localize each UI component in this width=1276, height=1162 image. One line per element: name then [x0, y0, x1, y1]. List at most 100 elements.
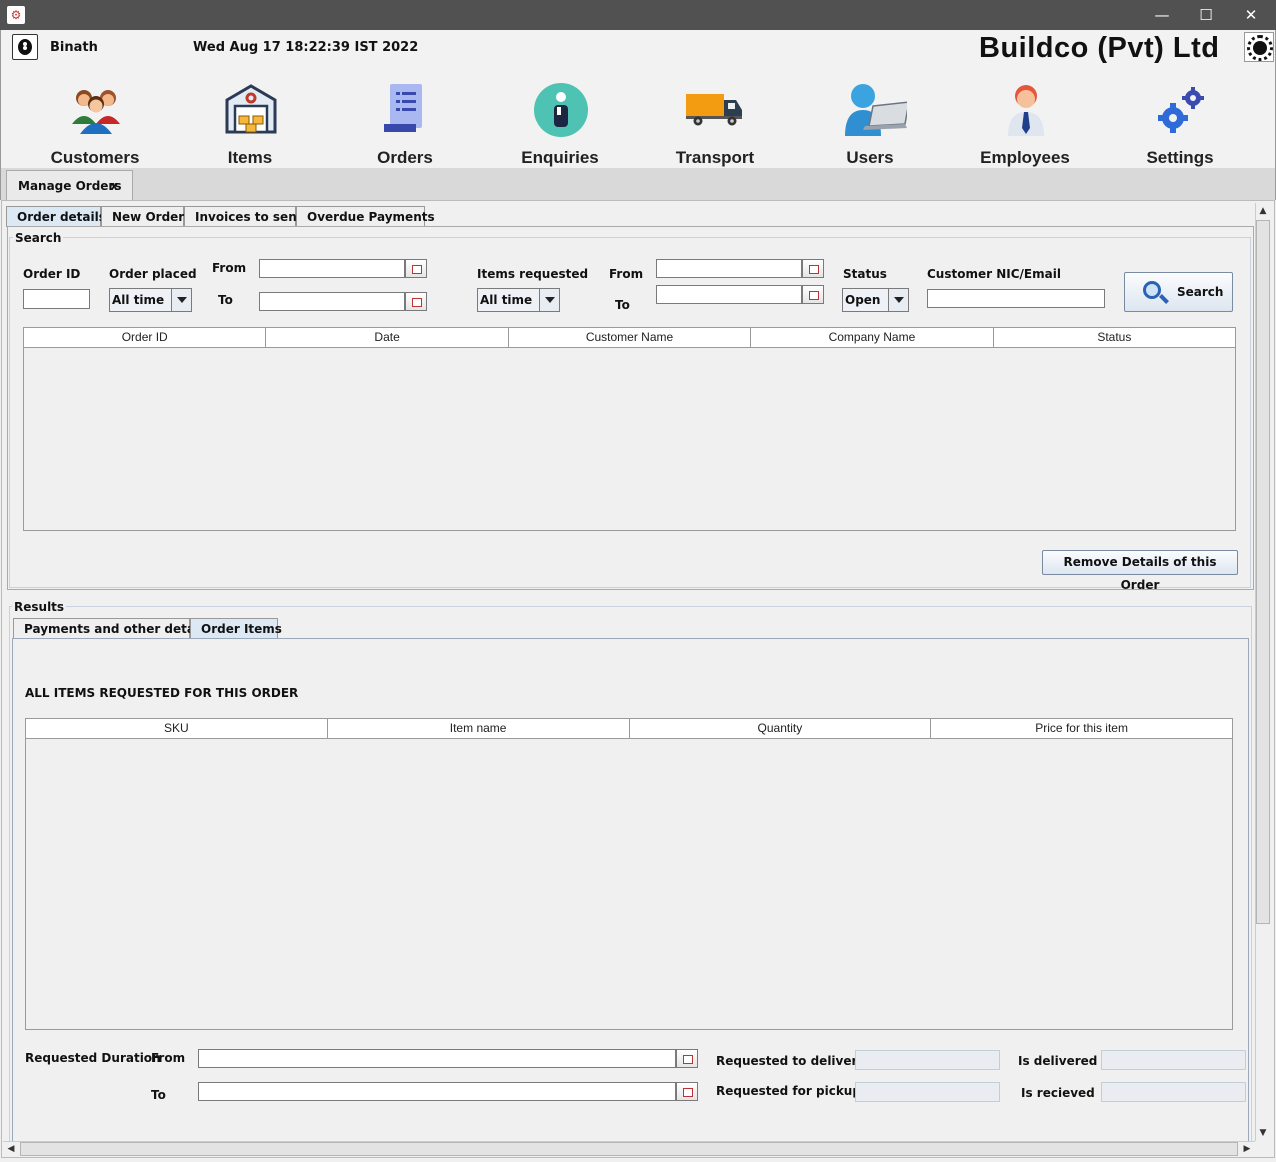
duration-to-input[interactable] — [198, 1082, 676, 1101]
calendar-icon[interactable] — [405, 259, 427, 278]
tab-overdue-payments[interactable]: Overdue Payments — [296, 206, 435, 227]
main-tabstrip — [1, 168, 1275, 200]
close-tab-icon[interactable]: x — [110, 171, 118, 201]
tab-payments-details[interactable]: Payments and other details — [13, 618, 210, 639]
tab-manage-orders-label: Manage Orders — [18, 179, 122, 193]
maximize-button[interactable]: ☐ — [1183, 0, 1229, 30]
duration-from-input[interactable] — [198, 1049, 676, 1068]
scroll-down-icon[interactable]: ▼ — [1255, 1125, 1271, 1141]
horizontal-scroll-thumb[interactable] — [20, 1142, 1238, 1156]
items-to-date-input[interactable] — [656, 285, 802, 304]
nav-items-label: Items — [227, 148, 273, 167]
close-button[interactable]: ✕ — [1228, 0, 1274, 30]
customer-nic-label: Customer NIC/Email — [927, 267, 1061, 281]
column-header[interactable]: SKU — [26, 719, 328, 738]
column-header[interactable]: Company Name — [751, 328, 994, 347]
orders-table-header: Order ID Date Customer Name Company Name… — [24, 328, 1235, 348]
requested-to-deliver-value — [855, 1050, 1000, 1070]
column-header[interactable]: Date — [266, 328, 509, 347]
items-to-label: To — [615, 298, 630, 312]
theme-toggle-button[interactable] — [1244, 32, 1274, 62]
scroll-up-icon[interactable]: ▲ — [1255, 203, 1271, 219]
vertical-scroll-thumb[interactable] — [1256, 220, 1270, 924]
user-account-icon[interactable] — [12, 34, 38, 60]
nav-employees-label: Employees — [980, 148, 1070, 167]
user-name: Binath — [50, 40, 98, 55]
search-button-label: Search — [1177, 285, 1224, 299]
orders-table[interactable]: Order ID Date Customer Name Company Name… — [23, 327, 1236, 531]
column-header[interactable]: Item name — [328, 719, 630, 738]
tab-manage-orders[interactable]: Manage Orders x — [6, 170, 133, 200]
items-from-date-input[interactable] — [656, 259, 802, 278]
datetime: Wed Aug 17 18:22:39 IST 2022 — [193, 40, 419, 55]
chevron-down-icon — [888, 289, 908, 311]
column-header[interactable]: Quantity — [630, 719, 932, 738]
is-delivered-value — [1101, 1050, 1246, 1070]
nav-enquiries[interactable]: Enquiries — [485, 80, 635, 170]
calendar-icon[interactable] — [676, 1082, 698, 1101]
duration-to-label: To — [151, 1088, 166, 1102]
order-placed-label: Order placed — [109, 267, 197, 281]
nav-transport[interactable]: Transport — [640, 80, 790, 170]
company-name: Buildco (Pvt) Ltd — [979, 32, 1220, 64]
tab-order-items[interactable]: Order Items — [190, 618, 282, 639]
calendar-icon[interactable] — [676, 1049, 698, 1068]
nav-orders-label: Orders — [377, 148, 433, 167]
order-from-label: From — [212, 261, 247, 275]
duration-from-label: From — [151, 1051, 186, 1065]
order-to-date-input[interactable] — [259, 292, 405, 311]
nav-users[interactable]: Users — [795, 80, 945, 170]
nav-employees[interactable]: Employees — [950, 80, 1100, 170]
column-header[interactable]: Order ID — [24, 328, 267, 347]
requested-for-pickup-value — [855, 1082, 1000, 1102]
items-requested-value: All time — [480, 293, 533, 307]
requested-duration-label: Requested Duration — [25, 1051, 161, 1065]
search-legend: Search — [13, 231, 64, 245]
column-header[interactable]: Status — [994, 328, 1235, 347]
order-from-date-input[interactable] — [259, 259, 405, 278]
tab-new-order[interactable]: New Order — [101, 206, 184, 227]
search-icon — [1143, 281, 1161, 299]
nav-items[interactable]: Items — [175, 80, 325, 170]
chevron-down-icon — [171, 289, 191, 311]
items-from-label: From — [609, 267, 644, 281]
is-received-value — [1101, 1082, 1246, 1102]
calendar-icon[interactable] — [405, 292, 427, 311]
window-titlebar — [0, 0, 1276, 30]
items-table-header: SKU Item name Quantity Price for this it… — [26, 719, 1232, 739]
items-requested-label: Items requested — [477, 267, 589, 281]
customer-nic-input[interactable] — [927, 289, 1105, 308]
status-select[interactable]: Open — [842, 288, 909, 312]
requested-to-deliver-label: Requested to deliver — [716, 1054, 858, 1068]
column-header[interactable]: Price for this item — [931, 719, 1232, 738]
column-header[interactable]: Customer Name — [509, 328, 752, 347]
order-id-input[interactable] — [23, 289, 90, 309]
items-requested-select[interactable]: All time — [477, 288, 560, 312]
items-table[interactable]: SKU Item name Quantity Price for this it… — [25, 718, 1233, 1030]
remove-order-button[interactable]: Remove Details of this Order — [1042, 550, 1238, 592]
nav-settings[interactable]: Settings — [1105, 80, 1255, 170]
search-button[interactable]: Search — [1124, 272, 1233, 312]
calendar-icon[interactable] — [802, 285, 824, 304]
order-placed-select[interactable]: All time — [109, 288, 192, 312]
nav-users-label: Users — [846, 148, 894, 167]
status-label: Status — [843, 267, 887, 281]
customers-icon — [72, 90, 120, 134]
order-to-label: To — [218, 293, 233, 307]
nav-settings-label: Settings — [1146, 148, 1214, 167]
scroll-right-icon[interactable]: ▶ — [1239, 1141, 1255, 1157]
nav-customers[interactable]: Customers — [20, 80, 170, 170]
calendar-icon[interactable] — [802, 259, 824, 278]
truck-icon — [686, 94, 742, 126]
minimize-button[interactable]: — — [1139, 0, 1185, 30]
employee-icon — [1008, 85, 1044, 136]
nav-orders[interactable]: Orders — [330, 80, 480, 170]
nav-transport-label: Transport — [675, 148, 755, 167]
chevron-down-icon — [539, 289, 559, 311]
order-id-label: Order ID — [23, 267, 81, 281]
tab-invoices-to-send[interactable]: Invoices to send — [184, 206, 305, 227]
order-placed-value: All time — [112, 293, 165, 307]
app-icon: ⚙ — [7, 6, 25, 24]
tab-order-details[interactable]: Order details — [6, 206, 106, 227]
scroll-left-icon[interactable]: ◀ — [3, 1141, 19, 1157]
